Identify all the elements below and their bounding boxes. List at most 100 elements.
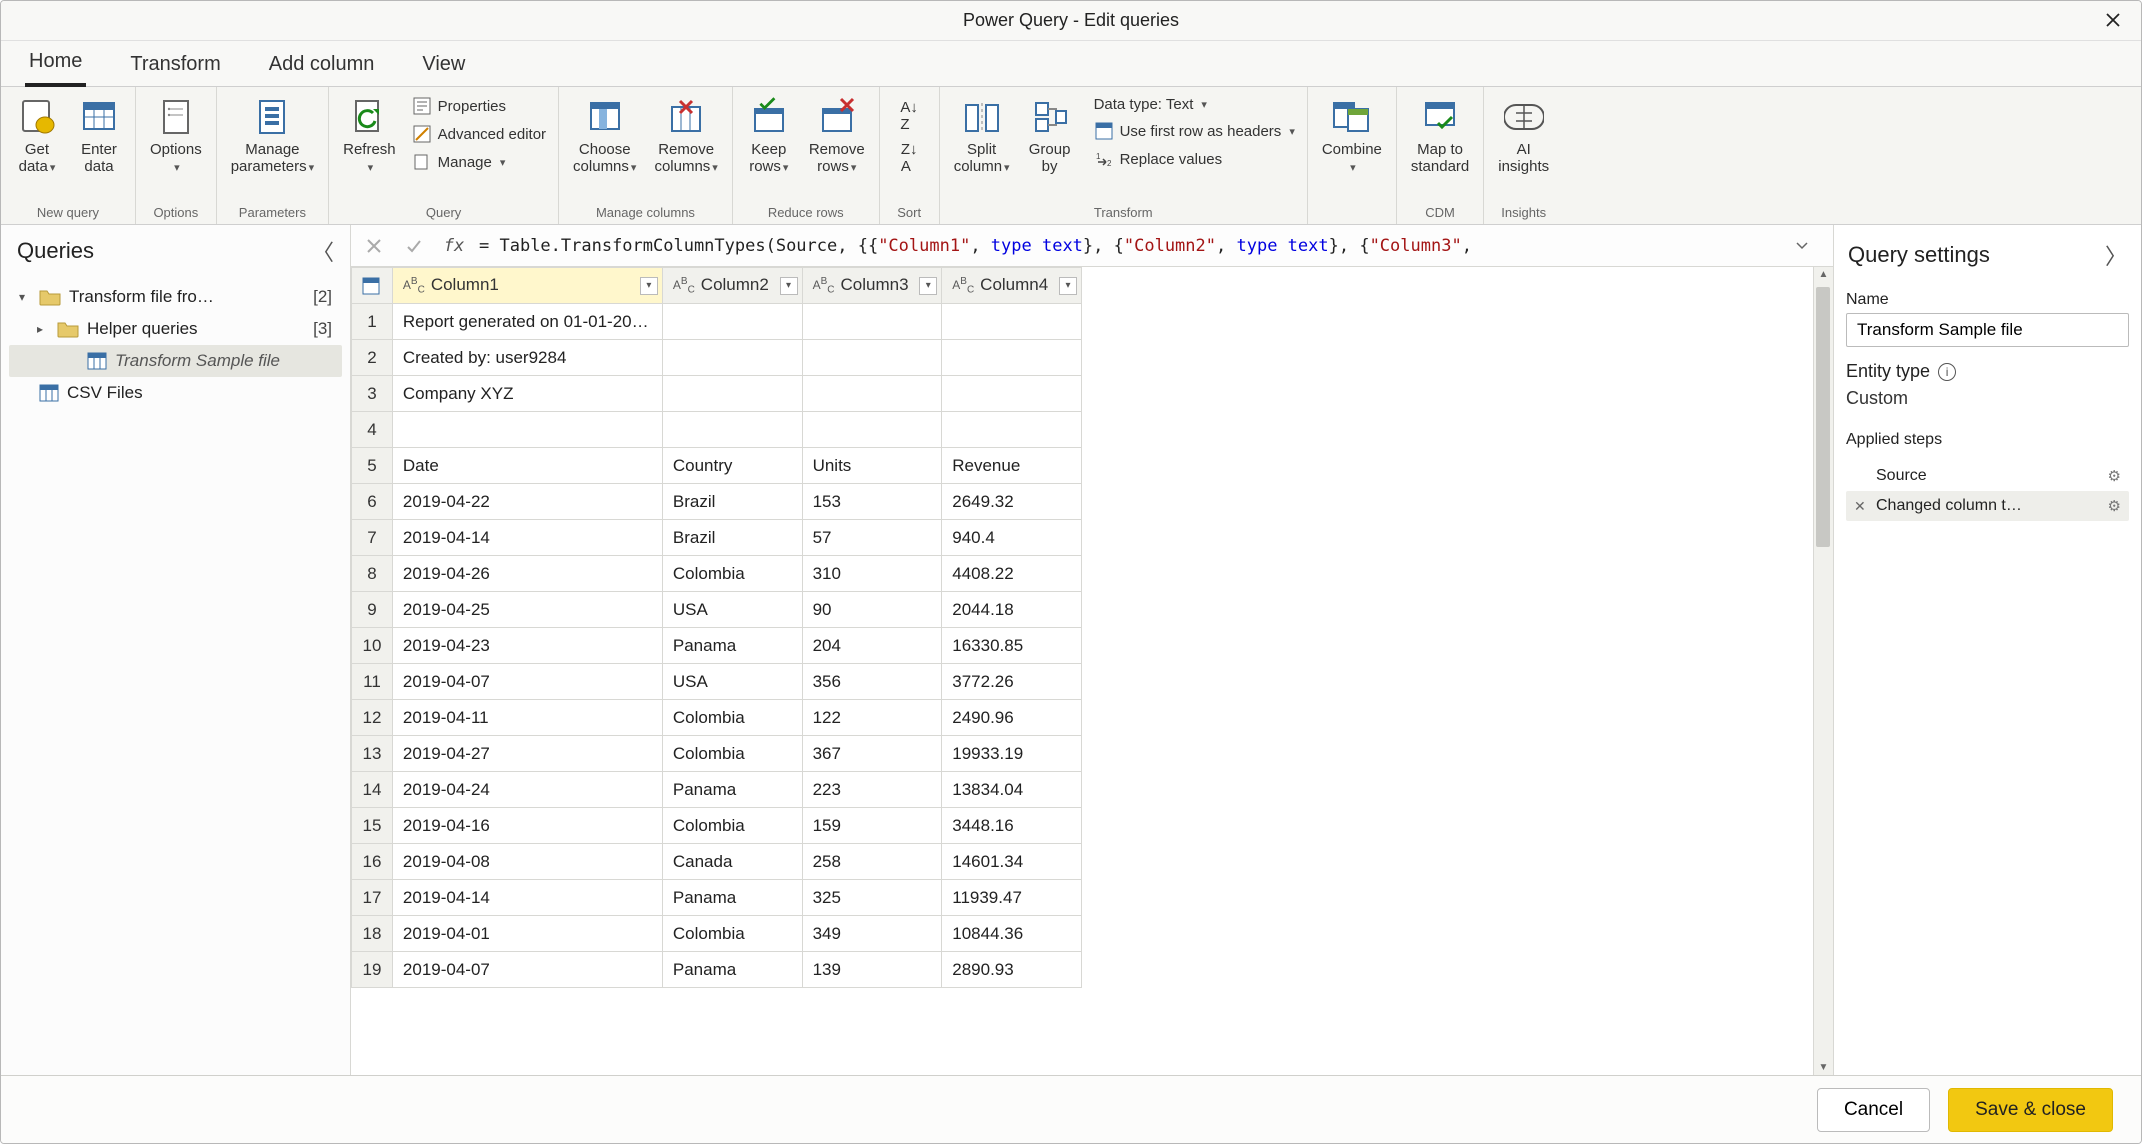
cell[interactable]: Colombia	[662, 916, 802, 952]
info-icon[interactable]: i	[1938, 363, 1956, 381]
table-row[interactable]: 82019-04-26Colombia3104408.22	[352, 556, 1082, 592]
column-filter-button[interactable]: ▾	[640, 277, 658, 295]
cell[interactable]	[662, 376, 802, 412]
cell[interactable]: Created by: user9284	[392, 340, 662, 376]
cell[interactable]: Colombia	[662, 736, 802, 772]
remove-rows-button[interactable]: Remove rows	[801, 91, 873, 180]
table-row[interactable]: 5DateCountryUnitsRevenue	[352, 448, 1082, 484]
table-row[interactable]: 3Company XYZ	[352, 376, 1082, 412]
gear-icon[interactable]: ⚙	[2108, 497, 2121, 515]
choose-columns-button[interactable]: Choose columns	[565, 91, 644, 180]
formula-cancel-button[interactable]	[359, 231, 389, 261]
refresh-button[interactable]: Refresh	[335, 91, 404, 180]
gear-icon[interactable]: ⚙	[2108, 467, 2121, 485]
cell[interactable]: 2019-04-22	[392, 484, 662, 520]
cell[interactable]: Date	[392, 448, 662, 484]
ai-insights-button[interactable]: AI insights	[1490, 91, 1557, 180]
queries-folder[interactable]: ▸Helper queries[3]	[9, 313, 342, 345]
cell[interactable]	[662, 340, 802, 376]
queries-folder[interactable]: ▾Transform file fro…[2]	[9, 281, 342, 313]
cell[interactable]: 16330.85	[942, 628, 1082, 664]
cell[interactable]: 2019-04-08	[392, 844, 662, 880]
cell[interactable]: 2019-04-26	[392, 556, 662, 592]
group-by-button[interactable]: Group by	[1020, 91, 1080, 180]
cell[interactable]: Revenue	[942, 448, 1082, 484]
cell[interactable]: Panama	[662, 772, 802, 808]
cell[interactable]	[802, 340, 942, 376]
manage-parameters-button[interactable]: Manage parameters	[223, 91, 322, 180]
tab-add-column[interactable]: Add column	[265, 45, 379, 86]
column-filter-button[interactable]: ▾	[780, 277, 798, 295]
table-row[interactable]: 4	[352, 412, 1082, 448]
delete-step-button[interactable]: ✕	[1854, 498, 1868, 515]
cell[interactable]	[392, 412, 662, 448]
expand-settings-button[interactable]: 〉	[2105, 239, 2127, 271]
cell[interactable]: Units	[802, 448, 942, 484]
keep-rows-button[interactable]: Keep rows	[739, 91, 799, 180]
cancel-button[interactable]: Cancel	[1817, 1088, 1930, 1132]
cell[interactable]: 204	[802, 628, 942, 664]
cell[interactable]: 3772.26	[942, 664, 1082, 700]
cell[interactable]: Brazil	[662, 484, 802, 520]
table-row[interactable]: 142019-04-24Panama22313834.04	[352, 772, 1082, 808]
cell[interactable]: Brazil	[662, 520, 802, 556]
table-row[interactable]: 182019-04-01Colombia34910844.36	[352, 916, 1082, 952]
sort-desc-button[interactable]: Z↓A	[899, 139, 920, 177]
select-all-corner[interactable]	[352, 268, 393, 304]
cell[interactable]: USA	[662, 664, 802, 700]
queries-item[interactable]: CSV Files	[9, 377, 342, 409]
manage-button[interactable]: Manage	[406, 149, 552, 175]
column-header[interactable]: ABCColumn1▾	[392, 268, 662, 304]
cell[interactable]: 356	[802, 664, 942, 700]
queries-item[interactable]: Transform Sample file	[9, 345, 342, 377]
table-row[interactable]: 62019-04-22Brazil1532649.32	[352, 484, 1082, 520]
cell[interactable]	[802, 412, 942, 448]
table-row[interactable]: 72019-04-14Brazil57940.4	[352, 520, 1082, 556]
first-row-headers-button[interactable]: Use first row as headers	[1088, 118, 1301, 144]
cell[interactable]: Colombia	[662, 700, 802, 736]
cell[interactable]: 122	[802, 700, 942, 736]
formula-commit-button[interactable]	[399, 231, 429, 261]
cell[interactable]: 325	[802, 880, 942, 916]
column-filter-button[interactable]: ▾	[919, 277, 937, 295]
cell[interactable]: 2019-04-23	[392, 628, 662, 664]
advanced-editor-button[interactable]: Advanced editor	[406, 121, 552, 147]
column-header[interactable]: ABCColumn2▾	[662, 268, 802, 304]
cell[interactable]	[942, 412, 1082, 448]
cell[interactable]: 159	[802, 808, 942, 844]
cell[interactable]	[802, 376, 942, 412]
formula-expand-button[interactable]	[1795, 239, 1825, 253]
cell[interactable]: 19933.19	[942, 736, 1082, 772]
cell[interactable]: 349	[802, 916, 942, 952]
cell[interactable]: 310	[802, 556, 942, 592]
table-row[interactable]: 122019-04-11Colombia1222490.96	[352, 700, 1082, 736]
get-data-button[interactable]: Get data	[7, 91, 67, 180]
cell[interactable]: 2019-04-24	[392, 772, 662, 808]
cell[interactable]: 2019-04-07	[392, 952, 662, 988]
vertical-scrollbar[interactable]: ▲ ▼	[1813, 267, 1833, 1075]
table-row[interactable]: 152019-04-16Colombia1593448.16	[352, 808, 1082, 844]
tab-view[interactable]: View	[418, 45, 469, 86]
applied-step[interactable]: Source⚙	[1846, 461, 2129, 491]
cell[interactable]	[942, 376, 1082, 412]
cell[interactable]: Colombia	[662, 556, 802, 592]
cell[interactable]: 139	[802, 952, 942, 988]
cell[interactable]: 367	[802, 736, 942, 772]
scrollbar-thumb[interactable]	[1816, 287, 1830, 547]
table-row[interactable]: 172019-04-14Panama32511939.47	[352, 880, 1082, 916]
cell[interactable]: 2019-04-14	[392, 520, 662, 556]
save-close-button[interactable]: Save & close	[1948, 1088, 2113, 1132]
column-header[interactable]: ABCColumn4▾	[942, 268, 1082, 304]
cell[interactable]: 10844.36	[942, 916, 1082, 952]
formula-input[interactable]: = Table.TransformColumnTypes(Source, {{"…	[479, 236, 1785, 256]
cell[interactable]: 2649.32	[942, 484, 1082, 520]
cell[interactable]: 14601.34	[942, 844, 1082, 880]
cell[interactable]: 2019-04-25	[392, 592, 662, 628]
cell[interactable]: 3448.16	[942, 808, 1082, 844]
table-row[interactable]: 92019-04-25USA902044.18	[352, 592, 1082, 628]
cell[interactable]: USA	[662, 592, 802, 628]
cell[interactable]: 2890.93	[942, 952, 1082, 988]
enter-data-button[interactable]: Enter data	[69, 91, 129, 180]
data-grid[interactable]: ABCColumn1▾ABCColumn2▾ABCColumn3▾ABCColu…	[351, 267, 1082, 988]
cell[interactable]: 57	[802, 520, 942, 556]
